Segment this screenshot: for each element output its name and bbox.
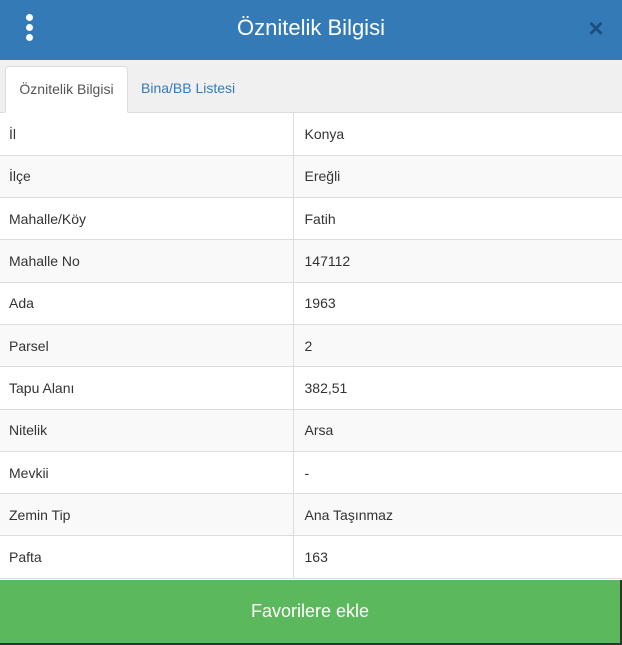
attribute-value: 147112 [293,239,622,283]
attribute-value: 2 [293,324,622,368]
add-favorites-button[interactable]: Favorilere ekle [0,580,622,645]
table-row: Mahalle/Köy Fatih [0,197,622,241]
attribute-key: Nitelik [0,409,294,452]
table-row: Nitelik Arsa [0,409,622,452]
table-row: İlçe Ereğli [0,155,622,199]
attribute-value: Arsa [293,409,622,452]
table-row: Ada 1963 [0,282,622,325]
table-row: Tapu Alanı 382,51 [0,366,622,410]
attribute-key: Pafta [0,535,294,579]
attribute-value: 382,51 [293,366,622,410]
close-icon[interactable]: × [584,14,608,42]
table-row: Mahalle No 147112 [0,239,622,283]
table-row: Mevkii - [0,451,622,495]
attribute-key: Mahalle No [0,239,294,283]
attribute-key: Ada [0,282,294,325]
attribute-value: Ereğli [293,155,622,199]
table-row: Parsel 2 [0,324,622,368]
attribute-value: 163 [293,535,622,579]
attribute-value: 1963 [293,282,622,325]
tab-bar: Öznitelik Bilgisi Bina/BB Listesi [0,60,622,113]
attribute-key: Parsel [0,324,294,368]
attribute-key: İl [0,113,294,156]
dialog-header: Öznitelik Bilgisi × [0,0,622,60]
dialog-title: Öznitelik Bilgisi [237,15,385,40]
attribute-value: Konya [293,113,622,156]
tab-building-list[interactable]: Bina/BB Listesi [131,66,245,113]
attribute-key: İlçe [0,155,294,199]
tab-attribute-info[interactable]: Öznitelik Bilgisi [5,66,128,113]
attribute-key: Mahalle/Köy [0,197,294,241]
table-row: Zemin Tip Ana Taşınmaz [0,493,622,537]
attribute-key: Zemin Tip [0,493,294,537]
attribute-value: - [293,451,622,495]
table-row: Pafta 163 [0,535,622,579]
attribute-value: Ana Taşınmaz [293,493,622,537]
attribute-table: İl Konya İlçe Ereğli Mahalle/Köy Fatih M… [0,113,622,579]
attribute-value: Fatih [293,197,622,241]
attribute-key: Mevkii [0,451,294,495]
table-row: İl Konya [0,113,622,156]
attribute-key: Tapu Alanı [0,366,294,410]
